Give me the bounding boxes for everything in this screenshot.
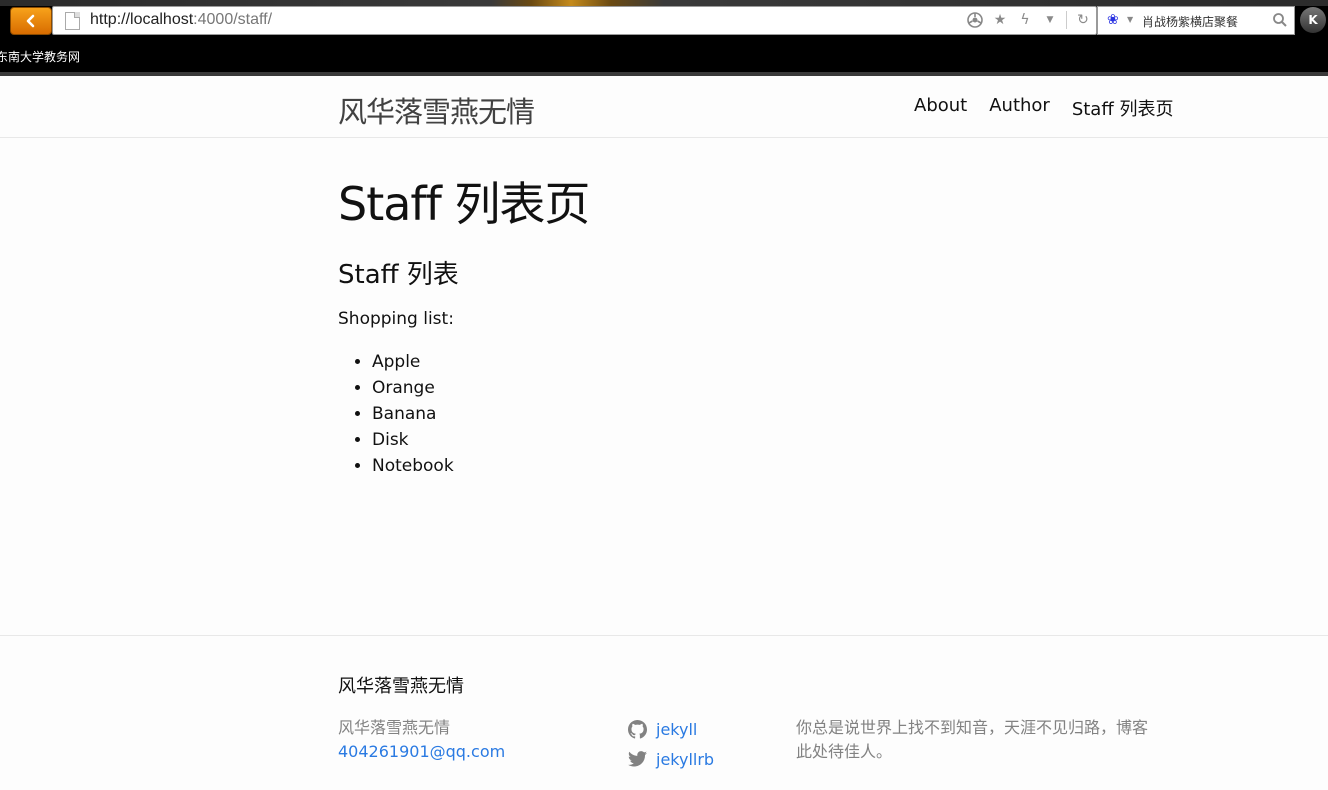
profile-button[interactable]: K [1300, 7, 1326, 33]
url-host: http://localhost [90, 11, 194, 28]
browser-chrome: http://localhost:4000/staff/ ★ ϟ ▼ ↻ ❀ ▼… [0, 0, 1328, 76]
footer-social: jekyll jekyllrb [628, 714, 714, 774]
section-title: Staff 列表 [338, 260, 459, 290]
github-entry: jekyll [628, 714, 714, 744]
bookmark-star-icon[interactable]: ★ [991, 11, 1009, 29]
nav-link-about[interactable]: About [914, 95, 967, 121]
twitter-entry: jekyllrb [628, 744, 714, 774]
divider [1066, 11, 1067, 29]
site-header: 风华落雪燕无情 About Author Staff 列表页 [0, 76, 1328, 138]
footer-description: 你总是说世界上找不到知音，天涯不见归路，博客此处待佳人。 [796, 718, 1149, 761]
bookmark-item[interactable]: 东南大学教务网 [0, 48, 80, 65]
url-path: :4000/staff/ [193, 11, 273, 28]
back-arrow-icon [26, 14, 35, 28]
chevron-down-icon[interactable]: ▼ [1041, 11, 1059, 29]
address-bar[interactable]: http://localhost:4000/staff/ ★ ϟ ▼ ↻ [52, 6, 1097, 35]
url-text[interactable]: http://localhost:4000/staff/ [90, 11, 272, 29]
address-bar-icons: ★ ϟ ▼ ↻ [966, 9, 1092, 31]
github-link[interactable]: jekyll [656, 720, 697, 739]
twitter-icon [628, 751, 647, 767]
site-title[interactable]: 风华落雪燕无情 [338, 89, 535, 131]
footer-heading: 风华落雪燕无情 [338, 676, 464, 697]
search-icon[interactable] [1272, 12, 1288, 28]
lightning-icon[interactable]: ϟ [1016, 11, 1034, 29]
search-engine-dropdown-icon[interactable]: ▼ [1127, 15, 1133, 24]
twitter-link[interactable]: jekyllrb [656, 750, 714, 769]
search-bar[interactable]: ❀ ▼ 肖战杨紫横店聚餐 [1097, 6, 1295, 35]
refresh-icon[interactable]: ↻ [1074, 11, 1092, 29]
page-title: Staff 列表页 [338, 177, 590, 231]
footer-name: 风华落雪燕无情 [338, 718, 451, 737]
list-item: Orange [372, 375, 454, 401]
list-item: Banana [372, 401, 454, 427]
footer-contact: 风华落雪燕无情 404261901@qq.com [338, 716, 505, 764]
baidu-paw-icon[interactable]: ❀ [1107, 12, 1119, 28]
shopping-list: Apple Orange Banana Disk Notebook [338, 349, 454, 479]
page-icon [65, 12, 80, 30]
footer-email-link[interactable]: 404261901@qq.com [338, 740, 505, 764]
search-input[interactable]: 肖战杨紫横店聚餐 [1142, 13, 1238, 30]
site-footer: 风华落雪燕无情 风华落雪燕无情 404261901@qq.com jekyll … [0, 635, 1328, 790]
site-nav: About Author Staff 列表页 [914, 95, 1173, 121]
list-intro: Shopping list: [338, 309, 454, 329]
github-icon [628, 719, 647, 739]
bookmarks-bar: 东南大学教务网 [0, 40, 1328, 72]
nav-link-author[interactable]: Author [989, 95, 1050, 121]
nav-link-staff[interactable]: Staff 列表页 [1072, 95, 1174, 121]
list-item: Notebook [372, 453, 454, 479]
back-button[interactable] [10, 7, 52, 35]
compatibility-icon[interactable] [966, 11, 984, 29]
list-item: Apple [372, 349, 454, 375]
list-item: Disk [372, 427, 454, 453]
